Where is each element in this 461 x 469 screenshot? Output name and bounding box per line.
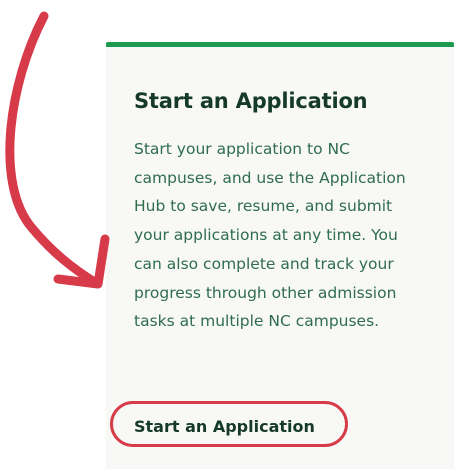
page: Start an Application Start your applicat… [0, 0, 461, 469]
card-description: Start your application to NC campuses, a… [134, 140, 406, 331]
application-card: Start an Application Start your applicat… [106, 42, 454, 469]
card-title: Start an Application [134, 89, 368, 113]
start-application-link[interactable]: Start an Application [134, 416, 315, 438]
